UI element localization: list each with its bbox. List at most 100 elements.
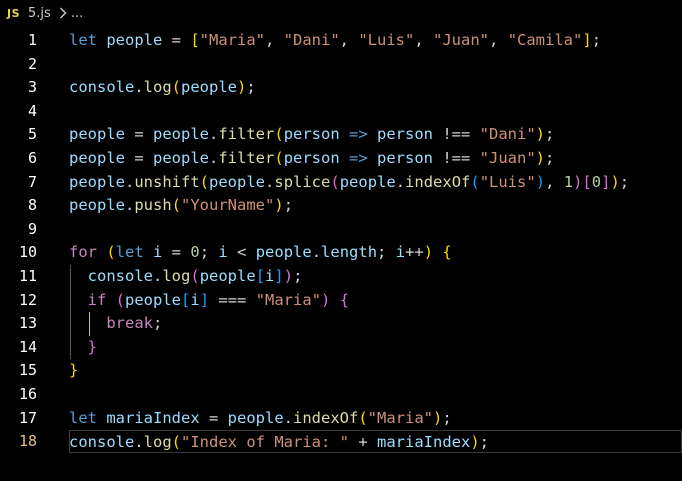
code-token: people (69, 172, 125, 191)
code-editor[interactable]: 1 let people = ["Maria", "Dani", "Luis", … (0, 26, 682, 481)
code-line[interactable]: 7 people.unshift(people.splice(people.ind… (0, 171, 682, 194)
line-number: 9 (27, 219, 37, 238)
code-token: . (395, 172, 406, 191)
code-token: ; (246, 78, 256, 97)
code-token: ; (153, 314, 163, 333)
code-token: ] (274, 267, 284, 285)
code-token: ; (591, 31, 602, 49)
code-token: === (209, 290, 256, 309)
code-token: ; (545, 149, 555, 167)
line-number: 2 (27, 54, 37, 73)
breadcrumb-file-name[interactable]: 5.js (28, 6, 51, 21)
code-token: < (237, 243, 256, 262)
code-token: length (321, 243, 378, 262)
code-token: "YourName" (181, 196, 275, 215)
code-token: ( (106, 243, 116, 262)
code-token: indexOf (293, 408, 359, 427)
code-token: "Maria" (255, 290, 322, 309)
indent-guide (70, 265, 71, 360)
code-token: } (69, 337, 97, 356)
code-token: ; (377, 243, 396, 262)
code-token: => (349, 125, 378, 144)
code-line[interactable]: 15} (0, 359, 682, 382)
code-token: push (134, 196, 172, 215)
code-token: "Luis" (358, 31, 415, 49)
code-line[interactable]: 12 if (people[i] === "Maria") { (0, 289, 682, 312)
line-number: 1 (27, 31, 37, 49)
code-line[interactable]: 11 console.log(people[i]); (0, 265, 682, 288)
code-token: ( (171, 196, 182, 215)
code-token: [ (190, 31, 200, 49)
code-line[interactable]: 1 let people = ["Maria", "Dani", "Luis", … (0, 29, 682, 52)
code-token: ; (199, 243, 219, 262)
line-number: 8 (27, 196, 37, 215)
code-token: = (134, 125, 153, 144)
code-line[interactable]: 8 people.push("YourName"); (0, 194, 682, 217)
code-token: ++ (405, 243, 424, 262)
code-line[interactable]: 17 let mariaIndex = people.indexOf("Maria… (0, 407, 682, 430)
code-token: people (153, 125, 209, 144)
code-token: mariaIndex (377, 433, 471, 452)
code-line[interactable]: 9 (0, 218, 682, 241)
code-token: ) (274, 196, 284, 215)
code-token: ( (358, 408, 368, 427)
code-token: ; (293, 267, 303, 285)
code-line[interactable]: 10 for (let i = 0; i < people.length; i++… (0, 241, 682, 264)
code-token: . (265, 172, 275, 191)
code-token: { (442, 243, 452, 262)
code-line[interactable]: 13 break; (0, 312, 682, 335)
line-number: 3 (27, 78, 37, 97)
code-token: ( (190, 267, 200, 285)
code-token: . (209, 125, 219, 144)
code-text: break; (69, 312, 682, 335)
code-token: 1 (563, 172, 574, 191)
code-token: ) (321, 290, 331, 309)
code-line[interactable]: 4 (0, 100, 682, 123)
code-token: . (311, 243, 322, 262)
code-token: [ (181, 290, 191, 309)
code-text: } (69, 336, 682, 359)
code-token: person (377, 125, 443, 144)
code-token: { (339, 290, 350, 309)
code-line[interactable]: 6 people = people.filter(person => person… (0, 147, 682, 170)
code-line[interactable]: 2 (0, 53, 682, 76)
code-line[interactable]: 3 console.log(people); (0, 76, 682, 99)
code-token: , (339, 31, 359, 49)
code-token: [ (255, 267, 266, 285)
code-line[interactable]: 14 } (0, 336, 682, 359)
code-token: "Dani" (479, 125, 536, 144)
code-token: . (125, 196, 135, 215)
code-token: "Luis" (479, 172, 536, 191)
line-number: 16 (18, 385, 37, 403)
code-text: people = people.filter(person => person … (69, 123, 682, 146)
breadcrumb-symbol-trail[interactable]: ... (71, 6, 83, 21)
code-token: . (283, 408, 293, 427)
code-token: "Juan" (479, 149, 536, 167)
javascript-file-icon: JS (7, 6, 21, 20)
code-token: i (153, 243, 172, 262)
code-token: => (349, 149, 378, 167)
code-line[interactable]: 16 (0, 383, 682, 406)
code-token: = (208, 408, 228, 427)
code-token: ( (470, 172, 480, 191)
line-number: 7 (27, 172, 37, 191)
line-number: 5 (27, 125, 37, 144)
code-text: } (69, 359, 682, 382)
code-token: [ (582, 172, 592, 191)
code-token: . (209, 149, 219, 167)
code-token: people (199, 267, 256, 285)
code-token: ; (479, 433, 490, 452)
code-token: ; (283, 196, 294, 215)
code-token: ) (610, 172, 620, 191)
code-text: console.log(people); (69, 76, 682, 99)
code-token: people (227, 408, 284, 427)
code-token: . (153, 267, 163, 285)
code-token: . (125, 172, 135, 191)
code-token: } (69, 361, 79, 380)
code-token: let (69, 408, 107, 427)
code-line[interactable]: 18 console.log("Index of Maria: " + maria… (0, 430, 682, 454)
line-number: 6 (27, 149, 37, 167)
code-token: people (255, 243, 312, 262)
code-line[interactable]: 5 people = people.filter(person => person… (0, 123, 682, 146)
code-token: person (377, 149, 443, 167)
